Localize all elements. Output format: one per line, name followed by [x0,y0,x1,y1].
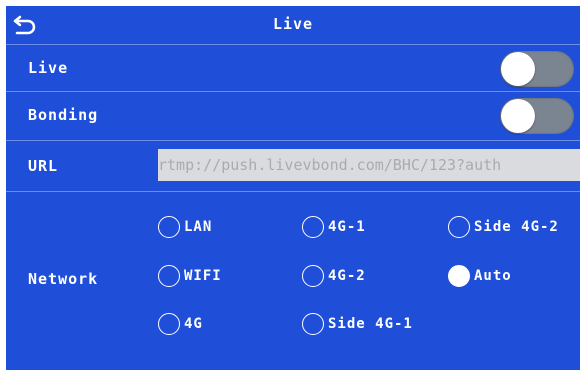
radio-label: 4G-2 [328,268,366,284]
live-row: Live [6,44,580,91]
radio-4g[interactable]: 4G [158,313,203,335]
page-title: Live [272,15,314,33]
radio-4g-2[interactable]: 4G-2 [302,265,366,287]
radio-circle-filled-icon [448,265,470,287]
url-label: URL [28,157,59,175]
bonding-label: Bonding [28,106,99,124]
url-row: URL [6,140,580,191]
radio-wifi[interactable]: WIFI [158,265,222,287]
radio-label: Side 4G-2 [474,219,559,235]
live-label: Live [28,59,69,77]
live-toggle[interactable] [500,51,574,87]
live-toggle-knob [501,52,535,86]
radio-auto[interactable]: Auto [448,265,512,287]
radio-circle-icon [448,216,470,238]
radio-circle-icon [302,216,324,238]
bonding-toggle[interactable] [500,98,574,134]
radio-circle-icon [158,216,180,238]
radio-circle-icon [302,265,324,287]
radio-side-4g-2[interactable]: Side 4G-2 [448,216,559,238]
network-row: Network LAN 4G-1 Side 4G-2 WIFI 4G-2 Aut… [6,191,580,371]
url-input[interactable] [158,149,580,181]
bonding-row: Bonding [6,91,580,140]
radio-label: LAN [184,219,213,235]
radio-circle-icon [302,313,324,335]
title-bar: Live [6,6,580,44]
radio-label: Auto [474,268,512,284]
network-label: Network [28,270,99,288]
radio-circle-icon [158,313,180,335]
radio-label: 4G [184,316,203,332]
radio-label: WIFI [184,268,222,284]
radio-lan[interactable]: LAN [158,216,212,238]
radio-label: Side 4G-1 [328,316,413,332]
radio-label: 4G-1 [328,219,366,235]
radio-4g-1[interactable]: 4G-1 [302,216,366,238]
bonding-toggle-knob [501,99,535,133]
radio-side-4g-1[interactable]: Side 4G-1 [302,313,413,335]
live-settings-panel: Live Live Bonding URL Network LAN 4G-1 S… [6,6,580,371]
radio-circle-icon [158,265,180,287]
